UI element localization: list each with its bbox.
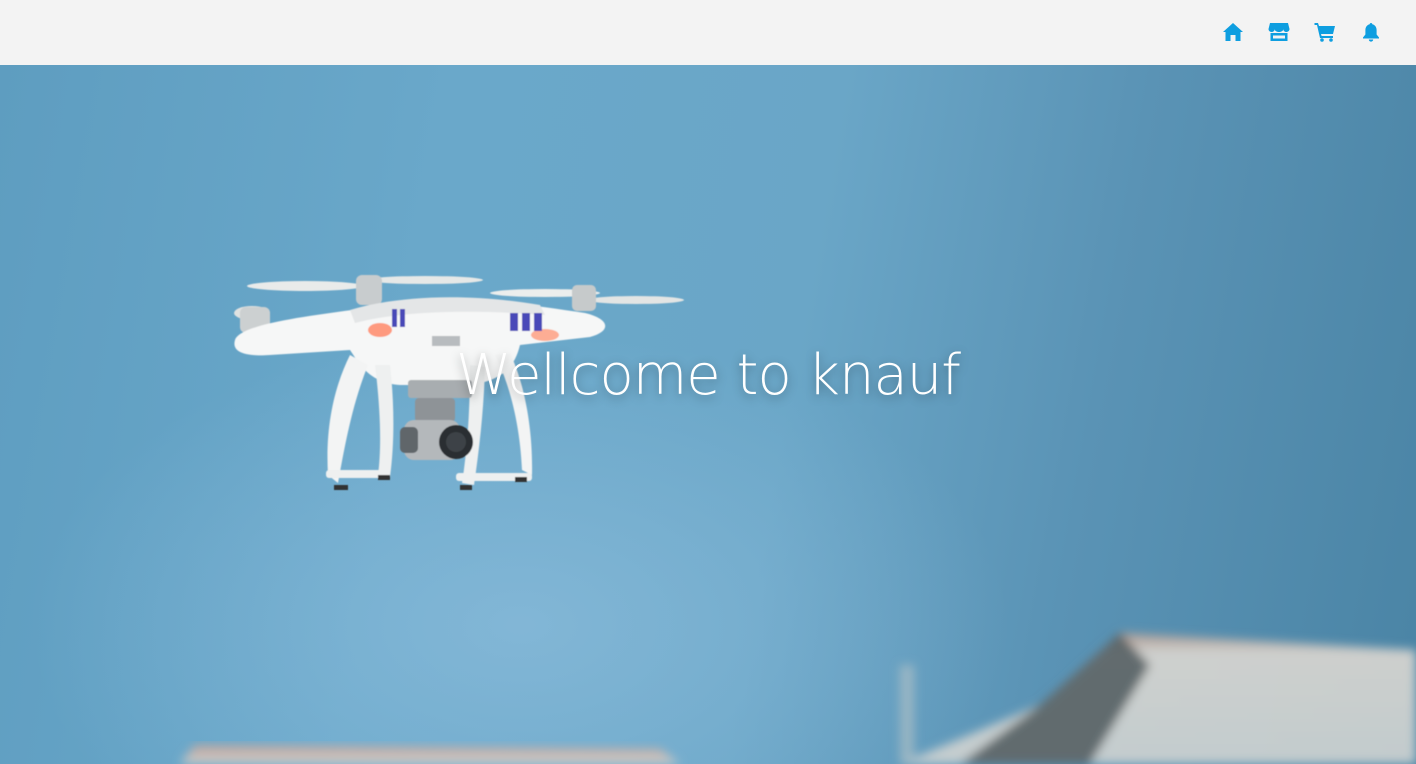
top-navbar bbox=[0, 0, 1416, 65]
home-icon[interactable] bbox=[1210, 20, 1256, 44]
bell-icon[interactable] bbox=[1348, 20, 1394, 44]
building-left bbox=[180, 745, 680, 764]
store-icon[interactable] bbox=[1256, 20, 1302, 44]
building-right bbox=[900, 633, 1416, 764]
nav-icon-group bbox=[1210, 20, 1394, 44]
hero-banner: Wellcome to knauf bbox=[0, 65, 1416, 764]
hero-image bbox=[180, 275, 1416, 764]
hero-title: Wellcome to knauf bbox=[456, 343, 961, 408]
cart-icon[interactable] bbox=[1302, 20, 1348, 44]
